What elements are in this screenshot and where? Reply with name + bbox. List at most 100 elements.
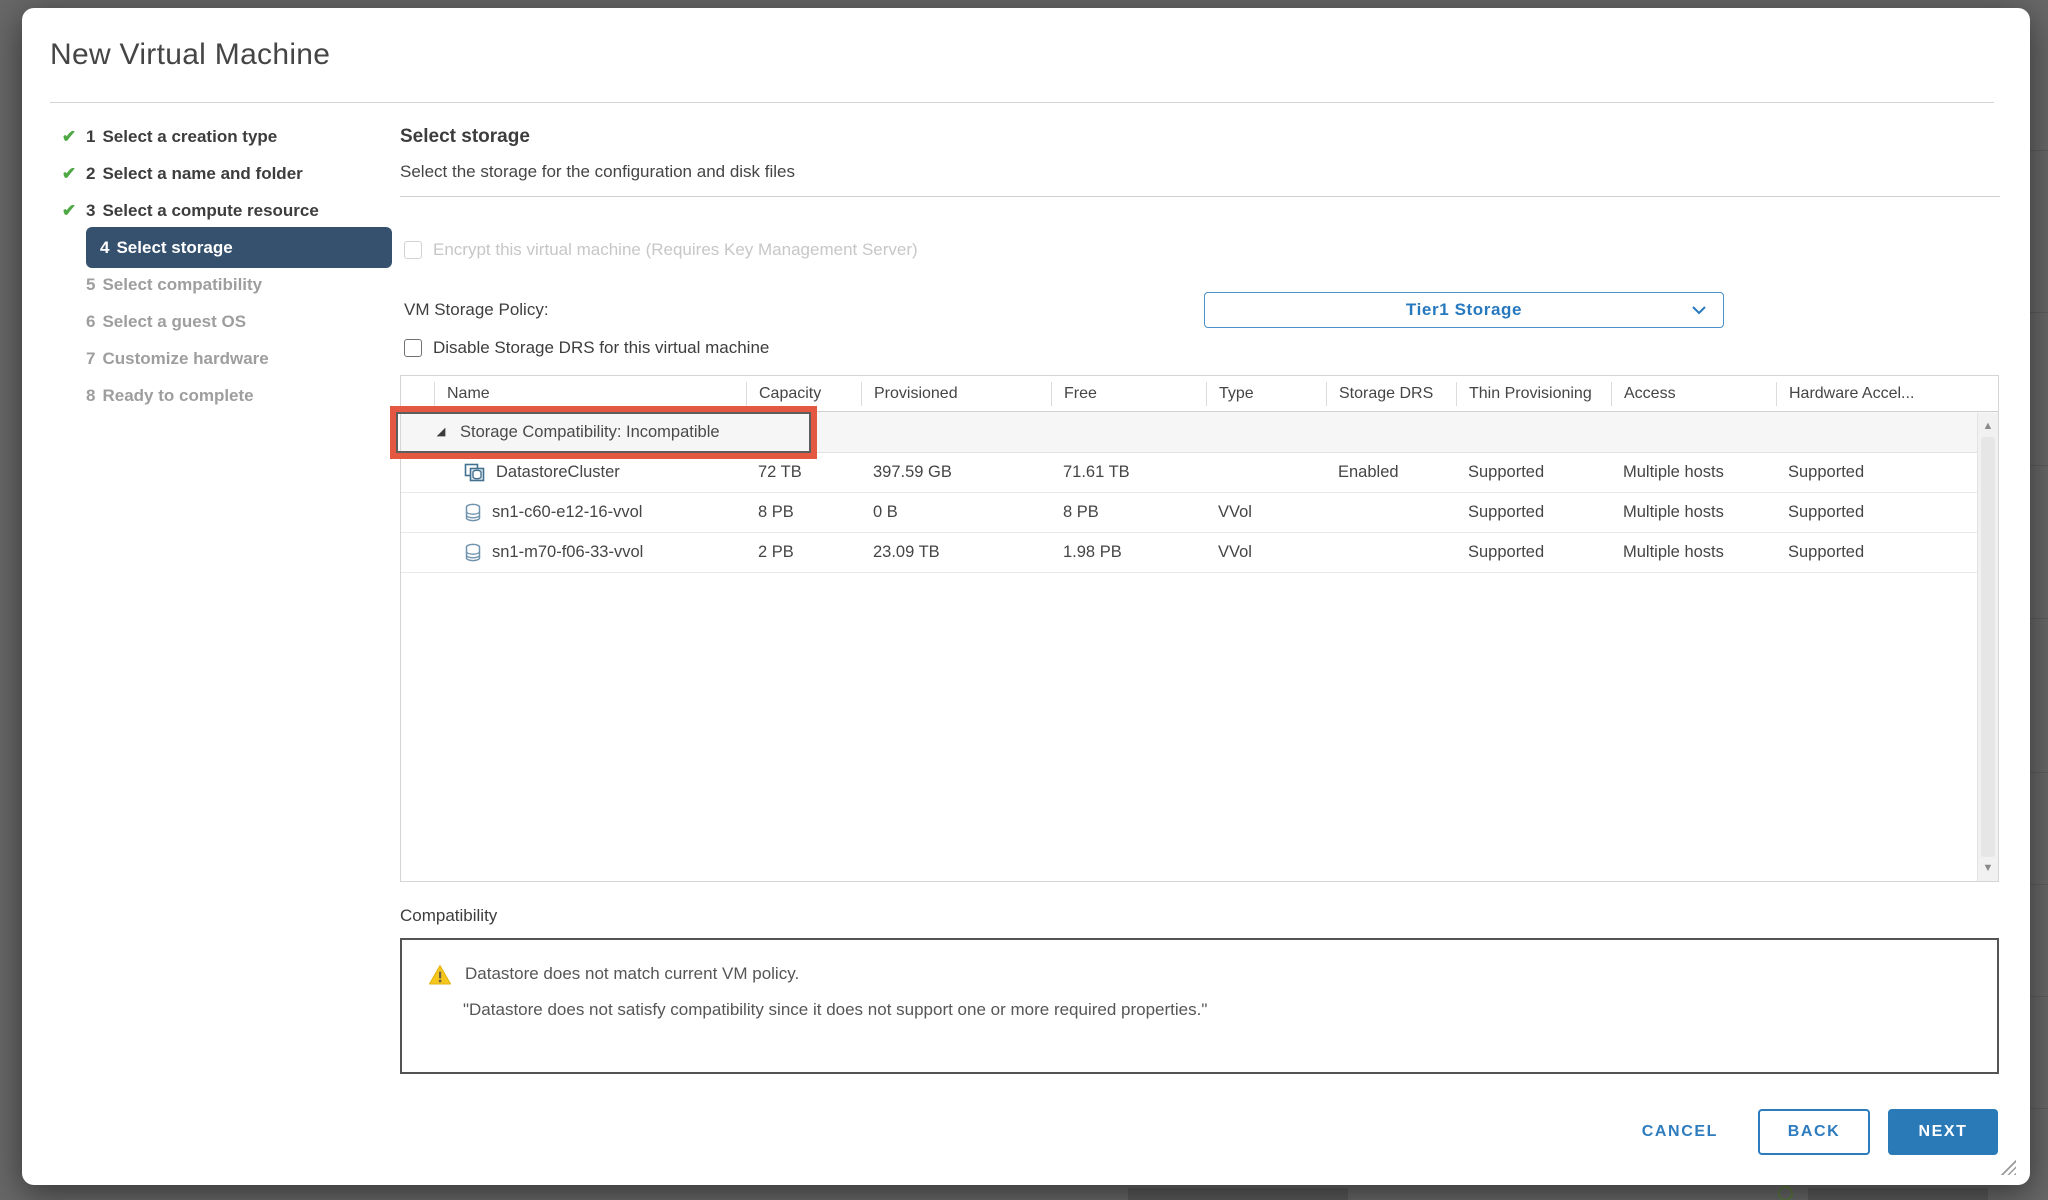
column-header-thin-provisioning[interactable]: Thin Provisioning — [1456, 381, 1611, 406]
cell-hardware-accel: Supported — [1788, 543, 1865, 561]
cancel-button[interactable]: CANCEL — [1628, 1113, 1732, 1151]
wizard-step-8[interactable]: ✔ 8 Ready to complete — [52, 377, 392, 414]
column-header-capacity[interactable]: Capacity — [746, 381, 861, 406]
column-header-free[interactable]: Free — [1051, 381, 1206, 406]
step-label: Select a compute resource — [102, 200, 319, 220]
check-icon: ✔ — [61, 200, 77, 220]
cell-access: Multiple hosts — [1623, 543, 1724, 561]
step-label: Ready to complete — [102, 385, 254, 405]
cell-provisioned: 397.59 GB — [873, 463, 952, 481]
content-divider — [400, 196, 2000, 197]
vm-storage-policy-value: Tier1 Storage — [1405, 300, 1523, 319]
dialog-title: New Virtual Machine — [50, 38, 331, 71]
datastore-name: sn1-c60-e12-16-vvol — [492, 503, 643, 521]
compatibility-label: Compatibility — [400, 906, 498, 925]
cell-capacity: 8 PB — [758, 503, 794, 521]
page-subtitle: Select the storage for the configuration… — [400, 162, 796, 181]
wizard-steps-nav: ✔ 1 Select a creation type ✔ 2 Select a … — [52, 118, 392, 414]
vm-storage-policy-dropdown[interactable]: Tier1 Storage — [1204, 292, 1724, 328]
scrollbar-thumb[interactable] — [1981, 437, 1995, 857]
encrypt-vm-checkbox — [404, 241, 422, 259]
cell-hardware-accel: Supported — [1788, 503, 1865, 521]
background-row-line — [2028, 884, 2048, 885]
scroll-up-arrow-icon[interactable]: ▲ — [1978, 417, 1998, 435]
column-header-hardware-accel[interactable]: Hardware Accel... — [1776, 381, 1998, 406]
expander-column-header — [401, 382, 434, 406]
column-header-type[interactable]: Type — [1206, 381, 1326, 406]
cell-free: 1.98 PB — [1063, 543, 1122, 561]
background-text-fragment — [1808, 1188, 1988, 1200]
datastore-cluster-icon — [464, 463, 486, 483]
cell-thin-provisioning: Supported — [1468, 543, 1545, 561]
step-number: 8 — [86, 385, 96, 405]
compatibility-warning-detail: "Datastore does not satisfy compatibilit… — [463, 1000, 1208, 1019]
background-row-line — [2028, 312, 2048, 313]
compatibility-panel: Datastore does not match current VM poli… — [400, 938, 1999, 1074]
cell-hardware-accel: Supported — [1788, 463, 1865, 481]
background-row-line — [2028, 465, 2048, 466]
wizard-step-5[interactable]: ✔ 5 Select compatibility — [52, 266, 392, 303]
back-button[interactable]: BACK — [1758, 1109, 1870, 1155]
column-header-storage-drs[interactable]: Storage DRS — [1326, 381, 1456, 406]
cell-access: Multiple hosts — [1623, 463, 1724, 481]
wizard-step-4-active[interactable]: ✔ 4 Select storage — [52, 227, 392, 268]
cell-free: 8 PB — [1063, 503, 1099, 521]
step-label: Select storage — [116, 237, 233, 257]
check-icon: ✔ — [61, 163, 77, 183]
step-number: 4 — [100, 237, 110, 257]
cell-thin-provisioning: Supported — [1468, 463, 1545, 481]
datastore-name: DatastoreCluster — [496, 463, 620, 481]
cell-provisioned: 0 B — [873, 503, 898, 521]
background-row-line — [2028, 1108, 2048, 1109]
cell-provisioned: 23.09 TB — [873, 543, 940, 561]
step-label: Select compatibility — [102, 274, 263, 294]
cell-capacity: 2 PB — [758, 543, 794, 561]
datastore-name: sn1-m70-f06-33-vvol — [492, 543, 644, 561]
step-label: Select a creation type — [102, 126, 278, 146]
cell-thin-provisioning: Supported — [1468, 503, 1545, 521]
table-row-sn1-m70[interactable]: sn1-m70-f06-33-vvol 2 PB 23.09 TB 1.98 P… — [401, 533, 1998, 573]
group-row-label: Storage Compatibility: Incompatible — [460, 422, 720, 441]
wizard-step-3[interactable]: ✔ 3 Select a compute resource — [52, 192, 392, 229]
warning-icon — [428, 964, 452, 986]
page-title: Select storage — [400, 126, 530, 147]
cell-capacity: 72 TB — [758, 463, 802, 481]
disable-drs-label: Disable Storage DRS for this virtual mac… — [433, 338, 770, 357]
scroll-down-arrow-icon[interactable]: ▼ — [1978, 859, 1998, 877]
compatibility-warning-title: Datastore does not match current VM poli… — [465, 964, 800, 983]
background-row-line — [2028, 996, 2048, 997]
resize-grip-handle[interactable] — [2000, 1159, 2016, 1175]
group-expand-caret-icon[interactable] — [434, 425, 448, 439]
step-number: 3 — [86, 200, 96, 220]
datastore-icon — [464, 503, 482, 523]
cell-free: 71.61 TB — [1063, 463, 1130, 481]
encrypt-vm-row: Encrypt this virtual machine (Requires K… — [404, 240, 918, 260]
table-row-sn1-c60[interactable]: sn1-c60-e12-16-vvol 8 PB 0 B 8 PB VVol S… — [401, 493, 1998, 533]
step-label: Select a name and folder — [102, 163, 303, 183]
column-header-provisioned[interactable]: Provisioned — [861, 381, 1051, 406]
cell-storage-drs: Enabled — [1338, 463, 1399, 481]
step-label: Select a guest OS — [102, 311, 247, 331]
encrypt-vm-label: Encrypt this virtual machine (Requires K… — [433, 240, 918, 259]
background-row-line — [2028, 150, 2048, 151]
disable-drs-checkbox[interactable] — [404, 339, 422, 357]
cell-type: VVol — [1218, 543, 1252, 561]
column-header-access[interactable]: Access — [1611, 381, 1776, 406]
disable-drs-row: Disable Storage DRS for this virtual mac… — [404, 338, 769, 358]
table-row-datastorecluster[interactable]: DatastoreCluster 72 TB 397.59 GB 71.61 T… — [401, 453, 1998, 493]
wizard-step-7[interactable]: ✔ 7 Customize hardware — [52, 340, 392, 377]
wizard-step-1[interactable]: ✔ 1 Select a creation type — [52, 118, 392, 155]
next-button[interactable]: NEXT — [1888, 1109, 1998, 1155]
cell-type: VVol — [1218, 503, 1252, 521]
wizard-step-6[interactable]: ✔ 6 Select a guest OS — [52, 303, 392, 340]
title-divider — [50, 102, 1994, 103]
background-row-line — [2028, 772, 2048, 773]
step-number: 2 — [86, 163, 96, 183]
check-icon: ✔ — [61, 126, 77, 146]
table-header-row: Name Capacity Provisioned Free Type Stor… — [401, 376, 1998, 412]
table-scrollbar[interactable]: ▲ ▼ — [1977, 413, 1998, 881]
wizard-step-2[interactable]: ✔ 2 Select a name and folder — [52, 155, 392, 192]
storage-compatibility-group-row[interactable]: Storage Compatibility: Incompatible — [401, 412, 1998, 453]
column-header-name[interactable]: Name — [434, 381, 746, 406]
background-row-line — [2028, 618, 2048, 619]
